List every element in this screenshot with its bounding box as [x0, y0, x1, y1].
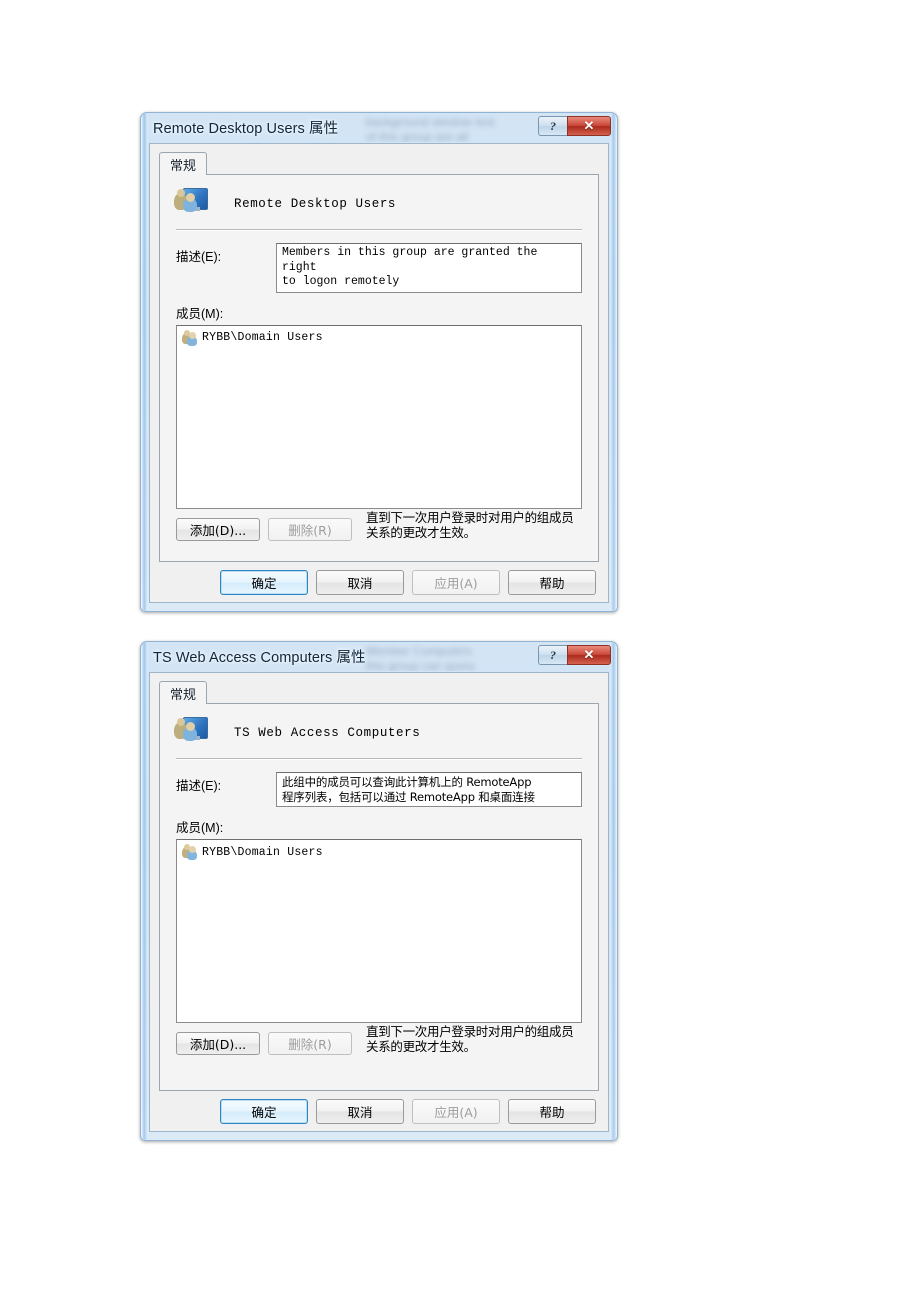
- help-icon[interactable]: ?: [538, 116, 567, 136]
- description-row: 描述(E): Members in this group are granted…: [176, 243, 582, 293]
- footer-button-1[interactable]: 取消: [316, 569, 404, 595]
- tab-strip: 常规: [159, 152, 599, 175]
- background-window-ghost-text: background window text of this group are…: [366, 115, 566, 142]
- members-listbox[interactable]: RYBB\Domain Users: [176, 324, 582, 509]
- dialog-footer: 确定 取消 应用(A) 帮助: [150, 1091, 608, 1131]
- group-header: Remote Desktop Users: [160, 175, 598, 221]
- caption-buttons: ? ✕: [538, 645, 611, 665]
- group-monitor-icon: [174, 717, 208, 749]
- background-window-ghost-text: Member Computers this group can query: [366, 644, 566, 671]
- member-list-item[interactable]: RYBB\Domain Users: [177, 329, 581, 347]
- member-actions: 添加(D)... 删除(R) 直到下一次用户登录时对用户的组成员关系的更改才生效…: [176, 1024, 582, 1055]
- title-bar[interactable]: Member Computers this group can query TS…: [141, 642, 617, 671]
- group-name: Remote Desktop Users: [234, 197, 397, 211]
- members-label: 成员(M):: [176, 306, 224, 321]
- tab-strip: 常规: [159, 681, 599, 704]
- ghost-line-1: background window text: [366, 115, 495, 129]
- members-note: 直到下一次用户登录时对用户的组成员关系的更改才生效。: [366, 509, 574, 540]
- ghost-line-1: Member Computers: [366, 644, 473, 658]
- title-bar[interactable]: background window text of this group are…: [141, 113, 617, 142]
- close-icon[interactable]: ✕: [567, 645, 611, 665]
- group-monitor-icon: [174, 188, 208, 220]
- footer-button-0[interactable]: 确定: [220, 569, 308, 595]
- footer-button-3[interactable]: 帮助: [508, 569, 596, 595]
- help-icon[interactable]: ?: [538, 645, 567, 665]
- description-field[interactable]: Members in this group are granted the ri…: [276, 243, 582, 293]
- add-button[interactable]: 添加(D)...: [176, 1032, 260, 1055]
- dialog-footer: 确定 取消 应用(A) 帮助: [150, 562, 608, 602]
- footer-button-3[interactable]: 帮助: [508, 1098, 596, 1124]
- window-title: Remote Desktop Users 属性: [153, 121, 339, 137]
- tab-general[interactable]: 常规: [159, 152, 208, 175]
- member-list-item[interactable]: RYBB\Domain Users: [177, 843, 581, 861]
- footer-button-2: 应用(A): [412, 569, 500, 595]
- divider: [176, 229, 582, 231]
- close-icon[interactable]: ✕: [567, 116, 611, 136]
- add-button[interactable]: 添加(D)...: [176, 517, 260, 541]
- footer-button-0[interactable]: 确定: [220, 1098, 308, 1124]
- dialog-client-area: 常规 Remote Desktop Users 描述(E): Members i…: [149, 143, 609, 603]
- remove-button: 删除(R): [268, 517, 352, 541]
- user-group-icon: [182, 844, 198, 860]
- window-title: TS Web Access Computers 属性: [153, 650, 366, 666]
- ghost-line-2: this group can query: [366, 659, 475, 671]
- group-name: TS Web Access Computers: [234, 726, 421, 740]
- description-field[interactable]: 此组中的成员可以查询此计算机上的 RemoteApp 程序列表，包括可以通过 R…: [276, 772, 582, 807]
- user-group-icon: [182, 329, 198, 346]
- members-listbox[interactable]: RYBB\Domain Users: [176, 839, 582, 1023]
- properties-dialog-1: background window text of this group are…: [140, 112, 618, 612]
- group-header: TS Web Access Computers: [160, 704, 598, 750]
- members-note: 直到下一次用户登录时对用户的组成员关系的更改才生效。: [366, 1024, 574, 1054]
- tab-page-general: Remote Desktop Users 描述(E): Members in t…: [159, 174, 599, 562]
- footer-button-1[interactable]: 取消: [316, 1098, 404, 1124]
- ghost-line-2: of this group are all: [366, 130, 469, 142]
- description-label: 描述(E):: [176, 250, 222, 264]
- properties-dialog-2: Member Computers this group can query TS…: [140, 641, 618, 1141]
- member-actions: 添加(D)... 删除(R) 直到下一次用户登录时对用户的组成员关系的更改才生效…: [176, 510, 582, 541]
- member-name: RYBB\Domain Users: [202, 331, 323, 344]
- dialog-client-area: 常规 TS Web Access Computers 描述(E): 此组中的成员…: [149, 672, 609, 1132]
- members-label: 成员(M):: [176, 821, 224, 835]
- member-name: RYBB\Domain Users: [202, 845, 323, 859]
- footer-button-2: 应用(A): [412, 1098, 500, 1124]
- tab-page-general: TS Web Access Computers 描述(E): 此组中的成员可以查…: [159, 703, 599, 1091]
- remove-button: 删除(R): [268, 1032, 352, 1055]
- description-label: 描述(E):: [176, 779, 222, 793]
- divider: [176, 758, 582, 760]
- caption-buttons: ? ✕: [538, 116, 611, 136]
- tab-general[interactable]: 常规: [159, 681, 208, 704]
- description-row: 描述(E): 此组中的成员可以查询此计算机上的 RemoteApp 程序列表，包…: [176, 772, 582, 807]
